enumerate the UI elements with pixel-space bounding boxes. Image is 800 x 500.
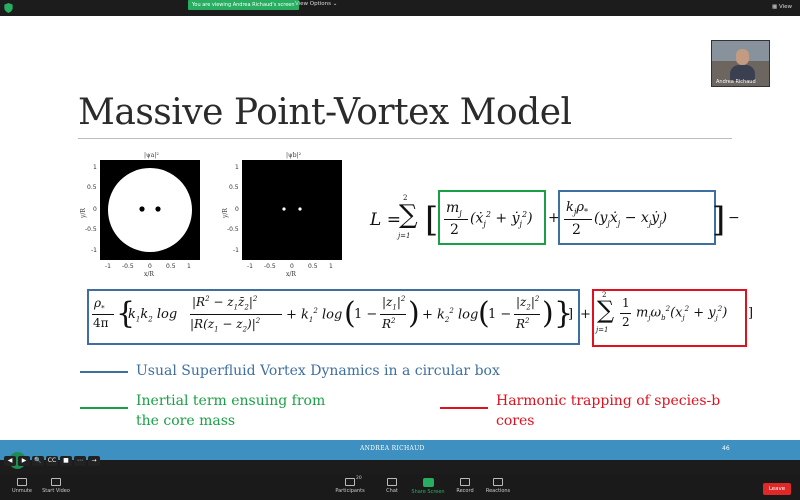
- view-options-button[interactable]: View Options ⌄: [295, 1, 337, 7]
- shared-slide: Massive Point-Vortex Model |ψa|² 1 0.5 0…: [0, 16, 800, 450]
- more-options-icon[interactable]: ⋯: [74, 456, 86, 466]
- footer-author: ANDREA RICHAUD: [360, 445, 425, 452]
- plot-right-title: |ψb|²: [286, 152, 301, 159]
- closing-bracket: ]: [748, 306, 754, 321]
- plot-left-disk: [108, 168, 192, 252]
- view-button[interactable]: ▦ View: [772, 4, 792, 10]
- slide-footer: ANDREA RICHAUD 46: [0, 440, 800, 460]
- record-label: Record: [456, 488, 474, 494]
- view-label: View: [778, 4, 792, 10]
- plot-left-ytick: 0.5: [87, 184, 97, 191]
- participants-icon: [345, 478, 355, 486]
- plot-right-density: [242, 160, 342, 260]
- plot-left-ylabel: y/R: [80, 208, 87, 218]
- plot-left-ytick: -1: [91, 247, 97, 254]
- start-video-button[interactable]: Start Video: [40, 478, 72, 494]
- zoom-magnifier-icon[interactable]: 🔍: [32, 456, 44, 466]
- next-slide-icon[interactable]: ▶: [18, 456, 30, 466]
- plot-left-xtick: 1: [187, 263, 191, 270]
- participant-video[interactable]: Andrea Richaud: [711, 40, 770, 87]
- plot-left-vortex-2: [155, 206, 161, 212]
- share-screen-button[interactable]: Share Screen: [410, 478, 446, 495]
- participant-face: [736, 49, 749, 65]
- record-button[interactable]: Record: [454, 478, 476, 494]
- view-options-label: View Options: [295, 1, 332, 7]
- share-screen-icon: [422, 478, 434, 487]
- reactions-label: Reactions: [485, 488, 511, 494]
- plot-right-xtick: -1: [247, 263, 253, 270]
- reactions-button[interactable]: Reactions: [484, 478, 512, 494]
- leave-button[interactable]: Leave: [763, 483, 791, 495]
- legend-green-text-2: the core mass: [136, 413, 236, 429]
- plot-right-xtick: 1: [329, 263, 333, 270]
- plot-right-background: [242, 160, 342, 260]
- viewing-banner: You are viewing Andrea Richaud's screen: [188, 0, 299, 10]
- plot-right-ytick: 0.5: [229, 184, 239, 191]
- plot-right-core-2: [298, 207, 302, 211]
- record-icon: [460, 478, 470, 486]
- camera-icon[interactable]: ■: [60, 456, 72, 466]
- title-divider: [78, 138, 732, 139]
- plot-left-xtick: 0.5: [166, 263, 176, 270]
- plot-left-vortex-1: [139, 206, 145, 212]
- plot-left-ytick: 0: [93, 206, 97, 213]
- legend-red-text-1: Harmonic trapping of species-b: [496, 393, 721, 409]
- chevron-down-icon: ⌄: [332, 1, 338, 7]
- participant-name: Andrea Richaud: [716, 79, 756, 85]
- slide-number: 46: [722, 445, 730, 452]
- plot-left-xtick: -1: [105, 263, 111, 270]
- plot-left-xtick: 0: [148, 263, 152, 270]
- chat-label: Chat: [386, 488, 398, 494]
- legend-green-text-1: Inertial term ensuing from: [136, 393, 326, 409]
- legend-red-line: [440, 407, 488, 409]
- grid-icon: ▦: [771, 4, 778, 10]
- plot-right-ytick: -1: [233, 247, 239, 254]
- participants-count: 20: [356, 476, 362, 481]
- lagrangian-line-1: L = 2 ∑ j=1 [ mj 2 (ẋj2 + ẏj2) + kjρ* 2 …: [370, 190, 740, 256]
- start-video-label: Start Video: [42, 488, 70, 494]
- slide-title: Massive Point-Vortex Model: [78, 92, 572, 133]
- plot-left-ytick: 1: [93, 164, 97, 171]
- plot-left-title: |ψa|²: [144, 152, 159, 159]
- plot-right-ytick: 1: [235, 164, 239, 171]
- video-off-icon: [51, 478, 61, 486]
- plot-left-ytick: -0.5: [85, 226, 97, 233]
- plot-right-ytick: -0.5: [227, 226, 239, 233]
- zoom-controls-bar: Unmute Start Video Participants 20 Chat …: [0, 474, 800, 500]
- reactions-icon: [493, 478, 503, 486]
- share-screen-label: Share Screen: [411, 489, 445, 495]
- zoom-top-bar: You are viewing Andrea Richaud's screen …: [0, 0, 800, 16]
- plot-right-ytick: 0: [235, 206, 239, 213]
- legend-blue-line: [80, 371, 128, 373]
- unmute-button[interactable]: Unmute: [10, 478, 34, 494]
- unmute-label: Unmute: [12, 488, 32, 494]
- legend-blue-text: Usual Superfluid Vortex Dynamics in a ci…: [136, 363, 500, 379]
- participants-label: Participants: [335, 488, 365, 494]
- lagrangian-line-2: ρ* 4π { k1k2 log |R2 − z1z̄2|2 |R(z1 − z…: [92, 295, 591, 334]
- plot-right-xtick: 0.5: [308, 263, 318, 270]
- subtitles-icon[interactable]: CC: [46, 456, 58, 466]
- plot-right-xtick: 0: [290, 263, 294, 270]
- plot-right-core-1: [282, 207, 286, 211]
- legend-green-line: [80, 407, 128, 409]
- plot-left-xlabel: x/R: [144, 271, 154, 278]
- plot-left-xtick: -0.5: [122, 263, 134, 270]
- previous-slide-icon[interactable]: ◀: [4, 456, 16, 466]
- next-arrow-icon[interactable]: →: [88, 456, 100, 466]
- plot-right-xtick: -0.5: [264, 263, 276, 270]
- chat-icon: [387, 478, 397, 486]
- microphone-muted-icon: [17, 478, 27, 486]
- plot-left-density: [100, 160, 200, 260]
- harmonic-term: 2 ∑ j=1 1 2 mjωb2(xj2 + yj2): [596, 291, 728, 334]
- legend-red-text-2: cores: [496, 413, 535, 429]
- chat-button[interactable]: Chat: [382, 478, 402, 494]
- plot-right-ylabel: y/R: [222, 208, 229, 218]
- plot-right-xlabel: x/R: [286, 271, 296, 278]
- shield-icon: [4, 3, 13, 13]
